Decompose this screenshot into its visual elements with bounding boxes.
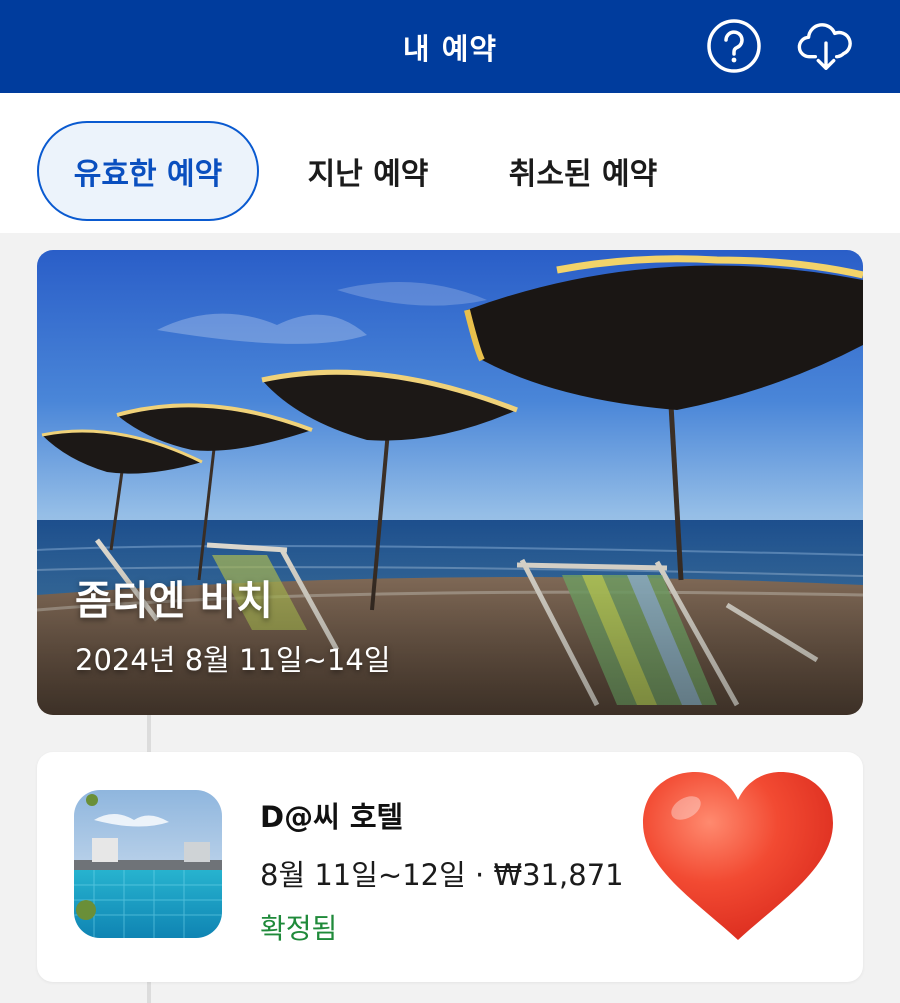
reservation-tabs: 유효한 예약 지난 예약 취소된 예약 <box>0 93 900 233</box>
booking-dates-price: 8월 11일~12일 · ₩31,871 <box>260 858 624 892</box>
question-circle-icon <box>707 19 761 73</box>
help-button[interactable] <box>704 16 764 76</box>
tab-cancelled-reservations[interactable]: 취소된 예약 <box>490 121 676 221</box>
reservations-list: 좀티엔 비치 2024년 8월 11일~14일 D@씨 호텔 8월 11일~12… <box>0 233 900 1003</box>
page-title: 내 예약 <box>402 31 498 66</box>
hotel-thumbnail <box>74 790 222 938</box>
trip-dates: 2024년 8월 11일~14일 <box>75 643 391 677</box>
heart-icon <box>643 772 833 940</box>
sync-download-button[interactable] <box>796 16 856 76</box>
tab-active-reservations[interactable]: 유효한 예약 <box>37 121 259 221</box>
hotel-name: D@씨 호텔 <box>260 800 404 834</box>
hotel-booking-card[interactable]: D@씨 호텔 8월 11일~12일 · ₩31,871 확정됨 <box>37 752 863 982</box>
tab-past-reservations[interactable]: 지난 예약 <box>288 121 448 221</box>
favorite-button[interactable] <box>638 768 838 948</box>
cloud-download-icon <box>797 23 852 70</box>
top-app-bar: 내 예약 <box>0 0 900 93</box>
trip-title: 좀티엔 비치 <box>75 578 273 624</box>
hotel-pool-photo <box>74 790 222 938</box>
booking-status: 확정됨 <box>260 912 338 945</box>
trip-card[interactable]: 좀티엔 비치 2024년 8월 11일~14일 <box>37 250 863 715</box>
